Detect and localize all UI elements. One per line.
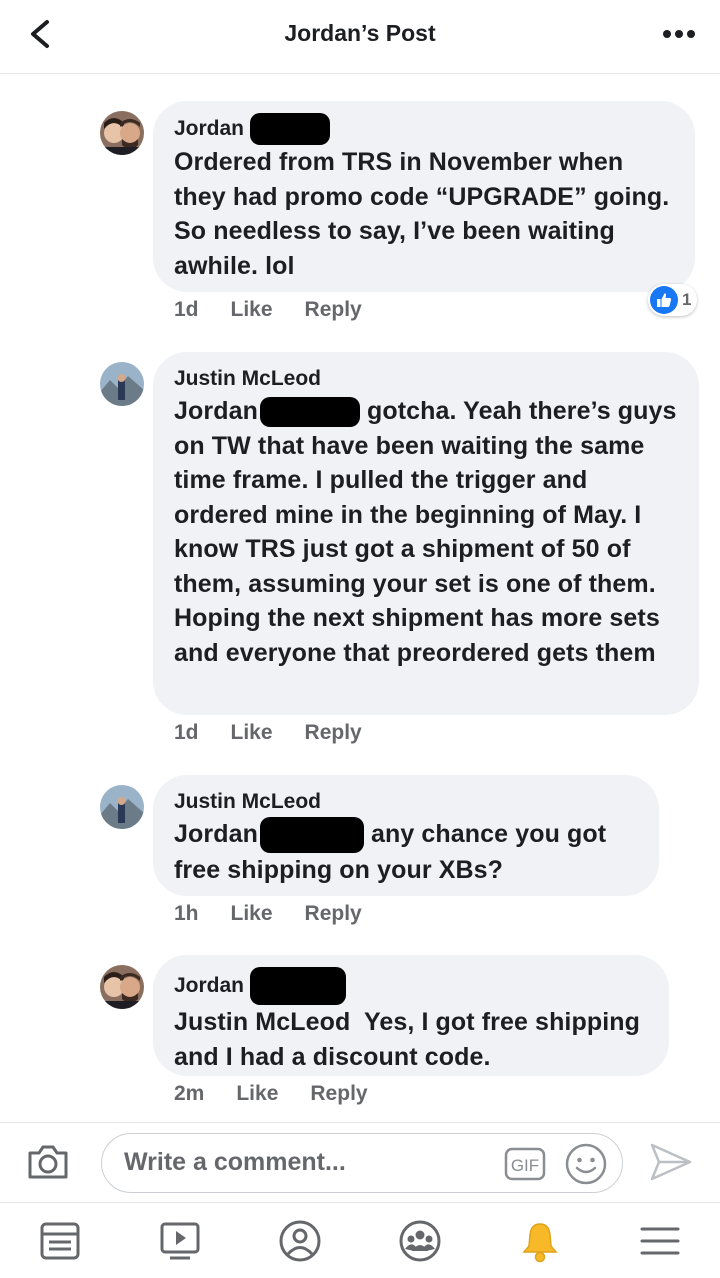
reaction-count: 1 <box>682 290 692 309</box>
mention-tag[interactable]: Justin McLeod <box>174 1008 350 1036</box>
menu-icon <box>640 1227 680 1255</box>
more-options-button[interactable] <box>662 24 696 44</box>
mention-tag[interactable]: Jordan <box>174 820 258 848</box>
send-button[interactable] <box>648 1141 694 1183</box>
smiley-icon <box>565 1143 607 1185</box>
comment-input[interactable]: Write a comment... GIF <box>101 1133 623 1193</box>
comment-actions: 2m Like Reply <box>174 1082 400 1106</box>
tab-menu[interactable] <box>636 1217 684 1265</box>
comment-actions: 1d Like Reply <box>174 721 394 745</box>
comment-author[interactable]: Justin McLeod <box>174 787 639 817</box>
tab-groups[interactable] <box>396 1217 444 1265</box>
thumbs-up-icon <box>650 286 678 314</box>
camera-icon <box>28 1145 68 1179</box>
reaction-count-badge[interactable]: 1 <box>648 284 698 316</box>
redaction-mark <box>259 397 360 428</box>
comment-author[interactable]: Jordan <box>174 967 649 1005</box>
camera-button[interactable] <box>24 1137 72 1185</box>
comment-bubble[interactable]: Jordan Ordered from TRS in November when… <box>153 101 695 292</box>
like-button[interactable]: Like <box>231 298 273 322</box>
emoji-button[interactable] <box>564 1142 608 1186</box>
send-icon <box>650 1143 692 1181</box>
gif-button[interactable]: GIF <box>504 1147 546 1181</box>
comment-actions: 1h Like Reply <box>174 902 394 926</box>
svg-text:GIF: GIF <box>511 1156 539 1175</box>
comment-time: 1d <box>174 298 199 321</box>
groups-icon <box>399 1220 441 1262</box>
comment-text: Jordan any chance you got free shipping … <box>174 817 639 888</box>
redaction-mark <box>259 817 364 854</box>
notifications-bell-icon <box>522 1223 558 1263</box>
like-button[interactable]: Like <box>236 1082 278 1106</box>
tab-profile[interactable] <box>276 1217 324 1265</box>
comment-text: Jordan gotcha. Yeah there’s guys on TW t… <box>174 397 677 667</box>
comment-bubble[interactable]: Justin McLeod Jordan gotcha. Yeah there’… <box>153 352 699 715</box>
comment-bubble[interactable]: Jordan Justin McLeod Yes, I got free shi… <box>153 955 669 1076</box>
profile-icon <box>279 1220 321 1262</box>
redaction-mark <box>250 113 331 145</box>
like-button[interactable]: Like <box>231 721 273 745</box>
comment-author[interactable]: Justin McLeod <box>174 364 679 394</box>
mention-tag[interactable]: Jordan <box>174 397 258 425</box>
watch-icon <box>160 1222 200 1260</box>
comment-author[interactable]: Jordan <box>174 113 675 145</box>
avatar[interactable] <box>100 785 144 829</box>
comment-time: 2m <box>174 1082 205 1105</box>
page-title: Jordan’s Post <box>284 20 436 46</box>
comment-composer: Write a comment... GIF <box>0 1122 720 1202</box>
comment-text: Ordered from TRS in November when they h… <box>174 148 670 280</box>
comment-time: 1d <box>174 721 199 744</box>
header-bar: Jordan’s Post <box>0 0 720 74</box>
reply-button[interactable]: Reply <box>310 1082 367 1106</box>
like-button[interactable]: Like <box>231 902 273 926</box>
comment-bubble[interactable]: Justin McLeod Jordan any chance you got … <box>153 775 659 896</box>
redaction-mark <box>250 967 347 1005</box>
comment-time: 1h <box>174 902 199 925</box>
reply-button[interactable]: Reply <box>305 298 362 322</box>
bottom-tab-bar <box>0 1202 720 1278</box>
comment-text: Justin McLeod Yes, I got free shipping a… <box>174 1008 648 1071</box>
more-dots-icon <box>663 30 695 38</box>
news-feed-icon <box>40 1222 80 1260</box>
reply-button[interactable]: Reply <box>305 902 362 926</box>
tab-notifications[interactable] <box>516 1217 564 1265</box>
comment-actions: 1d Like Reply <box>174 298 394 322</box>
tab-watch[interactable] <box>156 1217 204 1265</box>
avatar[interactable] <box>100 965 144 1009</box>
avatar[interactable] <box>100 362 144 406</box>
gif-icon: GIF <box>504 1147 546 1181</box>
avatar[interactable] <box>100 111 144 155</box>
comment-input-placeholder: Write a comment... <box>124 1148 346 1176</box>
reply-button[interactable]: Reply <box>305 721 362 745</box>
tab-news-feed[interactable] <box>36 1217 84 1265</box>
